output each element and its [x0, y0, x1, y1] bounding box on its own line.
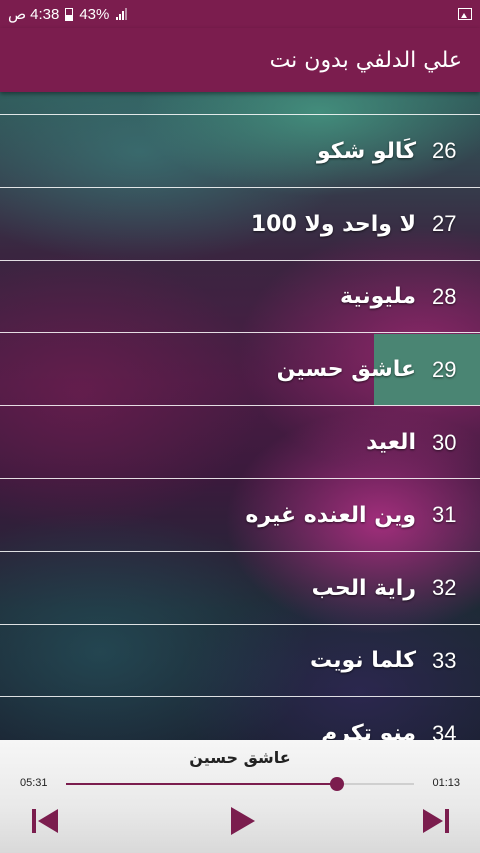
track-number: 28 — [432, 283, 457, 309]
track-name: راية الحب — [311, 575, 416, 601]
now-playing-title: عاشق حسين — [189, 748, 291, 767]
seek-bar[interactable] — [66, 777, 414, 791]
track-number: 26 — [432, 138, 457, 164]
track-number: 33 — [432, 647, 457, 673]
signal-icon — [116, 8, 128, 20]
duration-time: 05:31 — [20, 777, 48, 789]
track-number: 32 — [432, 575, 457, 601]
track-name: لا واحد ولا 100 — [250, 211, 416, 237]
gallery-icon — [458, 8, 472, 20]
clock: 4:38 — [30, 5, 60, 23]
list-item[interactable]: يا شقى25 — [0, 92, 480, 115]
track-name: كَالو شكو — [317, 138, 416, 164]
track-name: وين العنده غيره — [245, 502, 416, 528]
am-pm-indicator: ص — [8, 6, 27, 23]
app-bar: علي الدلفي بدون نت — [0, 28, 480, 92]
status-right — [458, 8, 472, 20]
skip-next-icon[interactable] — [30, 806, 60, 836]
track-name: منو تكرم — [321, 721, 416, 740]
list-item[interactable]: مليونية 28 — [0, 261, 480, 334]
list-item[interactable]: عاشق حسين 29 — [0, 334, 480, 407]
list-item[interactable]: وين العنده غيره 31 — [0, 480, 480, 552]
list-item[interactable]: لا واحد ولا 100 27 — [0, 189, 480, 261]
track-list[interactable]: يا شقى25 كَالو شكو 26 لا واحد ولا 100 27 مليو… — [0, 92, 480, 740]
status-bar: ص 4:38 43% — [0, 0, 480, 28]
list-item[interactable]: العيد 30 — [0, 407, 480, 479]
elapsed-time: 01:13 — [432, 777, 460, 789]
track-number: 29 — [432, 356, 457, 382]
battery-icon — [65, 7, 74, 21]
track-name: العيد — [366, 430, 416, 455]
list-item[interactable]: كلما نويت 33 — [0, 625, 480, 698]
track-name: عاشق حسين — [276, 357, 416, 383]
page-title: علي الدلفي بدون نت — [269, 47, 462, 73]
track-number: 27 — [432, 211, 457, 237]
skip-previous-icon[interactable] — [421, 806, 451, 836]
list-item[interactable]: راية الحب 32 — [0, 553, 480, 625]
track-name: كلما نويت — [309, 648, 416, 674]
track-number: 34 — [432, 720, 457, 740]
track-number: 30 — [432, 429, 457, 455]
list-item[interactable]: كَالو شكو 26 — [0, 116, 480, 188]
seek-thumb[interactable] — [330, 777, 344, 791]
seek-bar-fill — [66, 783, 337, 785]
track-name: مليونية — [340, 284, 416, 310]
status-left: ص 4:38 43% — [8, 5, 128, 23]
track-number: 31 — [432, 502, 457, 528]
battery-level: 43% — [79, 5, 110, 23]
player-bar: عاشق حسين 05:31 01:13 — [0, 740, 480, 853]
list-item[interactable]: منو تكرم 34 — [0, 698, 480, 740]
play-icon[interactable] — [229, 806, 257, 836]
